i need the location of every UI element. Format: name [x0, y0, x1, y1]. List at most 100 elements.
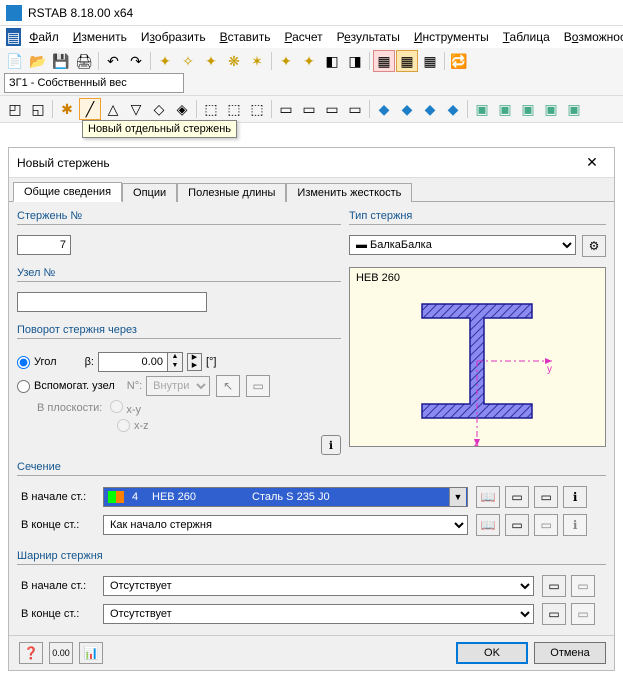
graphic-icon[interactable]: 📊: [79, 642, 103, 664]
dialog-tabs: Общие сведения Опции Полезные длины Изме…: [9, 178, 614, 202]
tb-icon[interactable]: ⬚: [200, 98, 222, 120]
tb-icon[interactable]: ▦: [419, 50, 441, 72]
node-no-label: Узел №: [17, 265, 341, 282]
tb-icon[interactable]: ▦: [396, 50, 418, 72]
tb-icon[interactable]: ▭: [321, 98, 343, 120]
tb-icon[interactable]: ◇: [148, 98, 170, 120]
menu-bar: ▤ Файл Изменить Изобразить Вставить Расч…: [0, 26, 623, 48]
tb-icon[interactable]: ⬚: [246, 98, 268, 120]
tab-stiffness[interactable]: Изменить жесткость: [286, 183, 412, 202]
hinge-table: В начале ст.: Отсутствует ▭ ▭ В конце ст…: [17, 571, 606, 629]
section-group-label: Сечение: [17, 459, 606, 476]
units-icon[interactable]: 0.00: [49, 642, 73, 664]
dialog-title: Новый стержень: [17, 156, 110, 170]
tb-icon[interactable]: ✦: [275, 50, 297, 72]
info-icon[interactable]: ℹ: [321, 435, 341, 455]
tb-icon[interactable]: ▣: [563, 98, 585, 120]
tb-icon[interactable]: ▭: [275, 98, 297, 120]
app-title: RSTAB 8.18.00 x64: [28, 6, 133, 20]
tb-icon[interactable]: ◰: [4, 98, 26, 120]
section-start-select[interactable]: 4 HEB 260 Сталь S 235 J0 ▼: [103, 487, 468, 507]
print-icon[interactable]: 🖨: [73, 50, 95, 72]
tb-icon[interactable]: ◆: [419, 98, 441, 120]
hinge-end-select[interactable]: Отсутствует: [103, 604, 534, 624]
menu-display[interactable]: Изобразить: [135, 28, 212, 46]
close-button[interactable]: ✕: [578, 152, 606, 174]
edit-hinge-icon: ▭: [571, 575, 595, 597]
tb-icon[interactable]: ▽: [125, 98, 147, 120]
menu-edit[interactable]: Изменить: [67, 28, 133, 46]
info-icon[interactable]: ℹ: [563, 486, 587, 508]
tb-icon[interactable]: ▣: [517, 98, 539, 120]
new-hinge-icon[interactable]: ▭: [542, 575, 566, 597]
inside-select: Внутри: [146, 376, 210, 396]
new-hinge-icon[interactable]: ▭: [542, 603, 566, 625]
tb-icon[interactable]: ◆: [373, 98, 395, 120]
node-icon[interactable]: ✱: [56, 98, 78, 120]
menu-insert[interactable]: Вставить: [214, 28, 277, 46]
member-icon[interactable]: ╱: [79, 98, 101, 120]
tab-options[interactable]: Опции: [122, 183, 177, 202]
tb-icon[interactable]: ✶: [246, 50, 268, 72]
cancel-button[interactable]: Отмена: [534, 642, 606, 664]
toolbar-1: 📄 📂 💾 🖨 ↶ ↷ ✦ ✧ ✦ ❋ ✶ ✦ ✦ ◧ ◨ ▦ ▦ ▦ 🔁 ЗГ…: [0, 48, 623, 96]
svg-text:y: y: [547, 364, 552, 375]
new-icon[interactable]: 📄: [4, 50, 26, 72]
tb-icon[interactable]: ✦: [298, 50, 320, 72]
tb-icon[interactable]: ✧: [177, 50, 199, 72]
menu-tools[interactable]: Инструменты: [408, 28, 495, 46]
tb-icon[interactable]: ✦: [200, 50, 222, 72]
library-icon[interactable]: 📖: [476, 486, 500, 508]
tb-icon[interactable]: ▦: [373, 50, 395, 72]
open-icon[interactable]: 📂: [27, 50, 49, 72]
new-section-icon[interactable]: ▭: [505, 514, 529, 536]
tb-icon[interactable]: ▭: [344, 98, 366, 120]
tb-icon[interactable]: ◧: [321, 50, 343, 72]
new-member-dialog: Новый стержень ✕ Общие сведения Опции По…: [8, 147, 615, 671]
help-icon[interactable]: ❓: [19, 642, 43, 664]
hinge-start-select[interactable]: Отсутствует: [103, 576, 534, 596]
member-no-input[interactable]: [17, 235, 71, 255]
edit-section-icon: ▭: [534, 514, 558, 536]
menu-results[interactable]: Результаты: [331, 28, 406, 46]
tab-lengths[interactable]: Полезные длины: [177, 183, 286, 202]
type-settings-icon[interactable]: ⚙: [582, 235, 606, 257]
menu-icon[interactable]: ▤: [6, 28, 21, 46]
tb-icon[interactable]: ▣: [471, 98, 493, 120]
library-icon[interactable]: 📖: [476, 514, 500, 536]
tb-icon[interactable]: ▣: [494, 98, 516, 120]
angle-radio[interactable]: Угол β: ▲▼ ▶▶ [°]: [17, 352, 341, 372]
tb-icon[interactable]: ⬚: [223, 98, 245, 120]
tb-icon[interactable]: ▭: [298, 98, 320, 120]
tooltip: Новый отдельный стержень: [82, 120, 237, 138]
menu-calc[interactable]: Расчет: [279, 28, 329, 46]
loadcase-combo[interactable]: ЗГ1 - Собственный вес: [4, 73, 184, 93]
ok-button[interactable]: OK: [456, 642, 528, 664]
tb-icon[interactable]: ◈: [171, 98, 193, 120]
menu-file[interactable]: Файл: [23, 28, 65, 46]
tb-icon[interactable]: ◆: [396, 98, 418, 120]
member-type-select[interactable]: ▬ БалкаБалка: [349, 235, 576, 255]
beta-spinner[interactable]: ▲▼: [98, 352, 183, 372]
edit-section-icon[interactable]: ▭: [534, 486, 558, 508]
save-icon[interactable]: 💾: [50, 50, 72, 72]
toolbar-2: ◰ ◱ ✱ ╱ △ ▽ ◇ ◈ ⬚ ⬚ ⬚ ▭ ▭ ▭ ▭ ◆ ◆ ◆ ◆ ▣ …: [0, 96, 623, 123]
tb-icon[interactable]: ◆: [442, 98, 464, 120]
tb-icon[interactable]: ✦: [154, 50, 176, 72]
tb-icon[interactable]: 🔁: [448, 50, 470, 72]
helpnode-radio[interactable]: Вспомогат. узел N°: Внутри ↖ ▭: [17, 375, 341, 397]
tb-icon[interactable]: ◨: [344, 50, 366, 72]
tb-icon[interactable]: ▣: [540, 98, 562, 120]
new-section-icon[interactable]: ▭: [505, 486, 529, 508]
tb-icon[interactable]: ❋: [223, 50, 245, 72]
member-no-label: Стержень №: [17, 208, 341, 225]
tb-icon[interactable]: △: [102, 98, 124, 120]
section-table: В начале ст.: 4 HEB 260 Сталь S 235 J0 ▼…: [17, 482, 606, 540]
tab-general[interactable]: Общие сведения: [13, 182, 122, 202]
menu-options[interactable]: Возможности: [558, 28, 623, 46]
redo-icon[interactable]: ↷: [125, 50, 147, 72]
section-end-select[interactable]: Как начало стержня: [103, 515, 468, 535]
undo-icon[interactable]: ↶: [102, 50, 124, 72]
menu-table[interactable]: Таблица: [497, 28, 556, 46]
tb-icon[interactable]: ◱: [27, 98, 49, 120]
